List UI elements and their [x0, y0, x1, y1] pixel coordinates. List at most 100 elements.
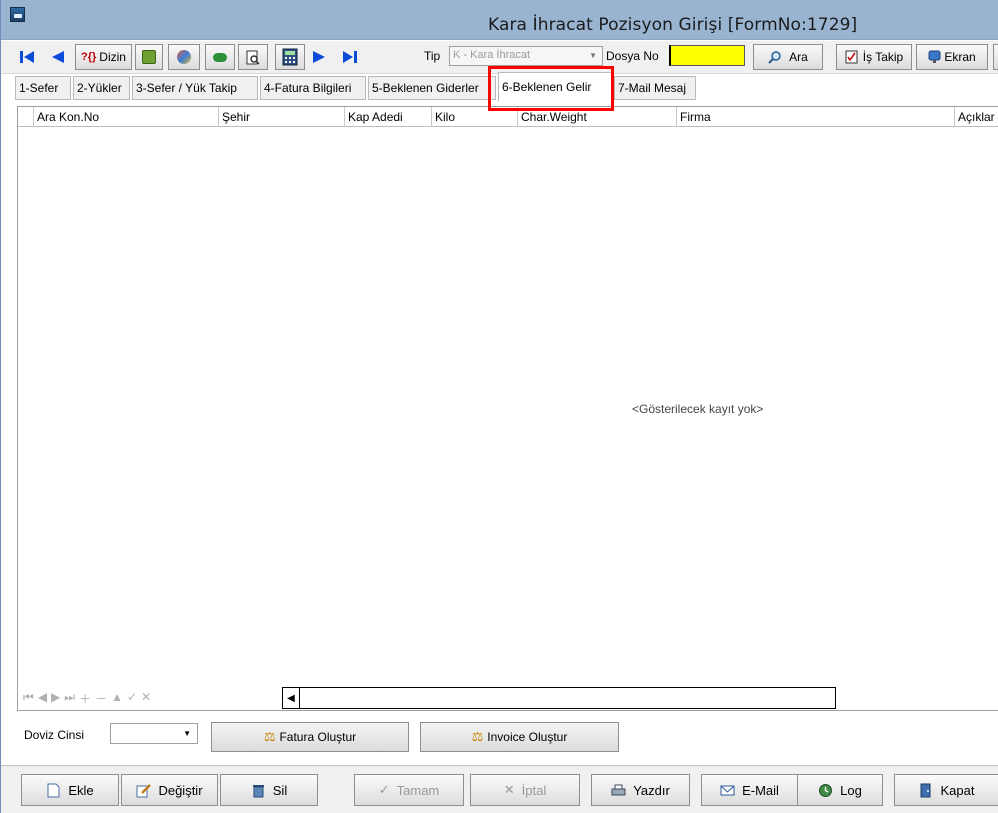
screen-icon [928, 50, 941, 63]
scale-icon: ⚖ [471, 729, 484, 744]
calculator-button[interactable] [275, 44, 305, 70]
new-document-icon [47, 783, 60, 797]
first-record-icon[interactable] [19, 46, 35, 68]
tab-sefer-yuk-takip[interactable]: 3-Sefer / Yük Takip [132, 76, 258, 100]
ara-button[interactable]: Ara [753, 44, 823, 70]
sil-button[interactable]: Sil [220, 774, 318, 806]
row-indicator-column [18, 107, 34, 127]
edit-icon [136, 783, 152, 797]
tip-select[interactable]: K - Kara İhracat ▼ [449, 46, 603, 66]
ara-label: Ara [789, 50, 808, 64]
fatura-olustur-button[interactable]: ⚖ Fatura Oluştur [211, 722, 409, 752]
email-label: E-Mail [742, 782, 779, 798]
money-icon [213, 52, 227, 62]
column-firma[interactable]: Firma [677, 107, 955, 127]
dosya-no-label: Dosya No [606, 49, 659, 63]
clock-icon [819, 783, 833, 797]
tab-highlight-box [488, 66, 614, 111]
doviz-cinsi-select[interactable]: ▼ [110, 723, 198, 744]
nav-add-icon[interactable]: ＋ [79, 690, 91, 707]
close-icon: ✕ [503, 782, 515, 797]
window-title: Kara İhracat Pozisyon Girişi [FormNo:172… [488, 15, 858, 35]
empty-grid-message: <Gösterilecek kayıt yok> [632, 402, 764, 416]
scroll-left-icon[interactable]: ◀ [283, 688, 300, 708]
log-button[interactable]: Log [797, 774, 883, 806]
tamam-button[interactable]: ✓ Tamam [354, 774, 464, 806]
email-button[interactable]: E-Mail [701, 774, 798, 806]
nav-cancel-icon[interactable]: ✕ [141, 690, 151, 707]
column-ara-kon-no[interactable]: Ara Kon.No [34, 107, 219, 127]
scale-icon: ⚖ [263, 729, 276, 744]
tip-label: Tip [424, 49, 441, 63]
chevron-down-icon: ▼ [183, 729, 191, 738]
dosya-no-input[interactable] [669, 45, 745, 66]
chevron-down-icon: ▼ [589, 51, 597, 60]
next-record-icon[interactable] [312, 46, 328, 68]
last-record-icon[interactable] [342, 46, 358, 68]
nav-prev-icon[interactable]: ◀ [38, 690, 47, 707]
nav-post-icon[interactable]: ✓ [127, 690, 137, 707]
yazdir-button[interactable]: Yazdır [591, 774, 690, 806]
report-icon [142, 50, 156, 64]
money-button[interactable] [205, 44, 235, 70]
tab-fatura-bilgileri[interactable]: 4-Fatura Bilgileri [260, 76, 366, 100]
kapat-button[interactable]: Kapat [894, 774, 998, 806]
checklist-icon [845, 50, 858, 64]
overflow-button[interactable] [993, 44, 998, 70]
nav-next-icon[interactable]: ▶ [51, 690, 60, 707]
horizontal-scrollbar[interactable]: ◀ [282, 687, 836, 709]
nav-first-icon[interactable]: ⏮ [23, 690, 34, 707]
nav-delete-icon[interactable]: － [95, 690, 107, 707]
ekran-button[interactable]: Ekran [916, 44, 988, 70]
checkmark-icon: ✓ [378, 782, 390, 797]
tab-mail-mesaj[interactable]: 7-Mail Mesaj [614, 76, 696, 100]
search-icon [768, 51, 781, 64]
log-label: Log [840, 782, 862, 798]
palette-icon [177, 50, 191, 64]
action-bar: Ekle Değiştir Sil ✓ Tamam ✕ İptal Yazdır… [1, 765, 998, 813]
iptal-label: İptal [521, 782, 547, 798]
degistir-button[interactable]: Değiştir [121, 774, 218, 806]
ekle-label: Ekle [68, 782, 94, 798]
preview-button[interactable] [238, 44, 268, 70]
column-sehir[interactable]: Şehir [219, 107, 345, 127]
tab-beklenen-giderler[interactable]: 5-Beklenen Giderler [368, 76, 496, 100]
fatura-olustur-label: Fatura Oluştur [279, 730, 357, 744]
column-aciklama[interactable]: Açıklar [955, 107, 998, 127]
trash-icon [252, 784, 264, 797]
door-exit-icon [920, 783, 930, 797]
app-icon [10, 7, 25, 22]
is-takip-label: İş Takip [862, 50, 904, 64]
ekle-button[interactable]: Ekle [21, 774, 119, 806]
tab-yukler[interactable]: 2-Yükler [73, 76, 130, 100]
nav-edit-icon[interactable]: ▲ [111, 690, 123, 707]
tools-button[interactable] [168, 44, 200, 70]
index-icon: ?{} [81, 51, 97, 63]
ekran-label: Ekran [944, 50, 976, 64]
title-bar[interactable]: Kara İhracat Pozisyon Girişi [FormNo:172… [1, 0, 998, 40]
report-button[interactable] [135, 44, 163, 70]
yazdir-label: Yazdır [633, 782, 670, 798]
is-takip-button[interactable]: İş Takip [836, 44, 912, 70]
previous-record-icon[interactable] [49, 46, 65, 68]
tip-value: K - Kara İhracat [453, 49, 531, 61]
tab-sefer[interactable]: 1-Sefer [15, 76, 71, 100]
dizin-label: Dizin [99, 50, 126, 64]
data-grid[interactable]: Ara Kon.No Şehir Kap Adedi Kilo Char.Wei… [17, 106, 998, 711]
invoice-olustur-label: Invoice Oluştur [487, 730, 568, 744]
envelope-icon [720, 785, 735, 795]
grid-navigator: ⏮ ◀ ▶ ⏭ ＋ － ▲ ✓ ✕ [23, 690, 151, 707]
invoice-olustur-button[interactable]: ⚖ Invoice Oluştur [420, 722, 619, 752]
column-kap-adedi[interactable]: Kap Adedi [345, 107, 432, 127]
iptal-button[interactable]: ✕ İptal [470, 774, 580, 806]
print-preview-icon [246, 50, 260, 65]
printer-icon [611, 784, 626, 795]
kapat-label: Kapat [940, 782, 975, 798]
doviz-cinsi-label: Doviz Cinsi [24, 728, 85, 742]
degistir-label: Değiştir [158, 782, 203, 798]
dizin-button[interactable]: ?{} Dizin [75, 44, 132, 70]
calculator-icon [282, 48, 298, 66]
app-window: Kara İhracat Pozisyon Girişi [FormNo:172… [0, 0, 998, 813]
nav-last-icon[interactable]: ⏭ [64, 690, 75, 707]
sil-label: Sil [272, 782, 288, 798]
